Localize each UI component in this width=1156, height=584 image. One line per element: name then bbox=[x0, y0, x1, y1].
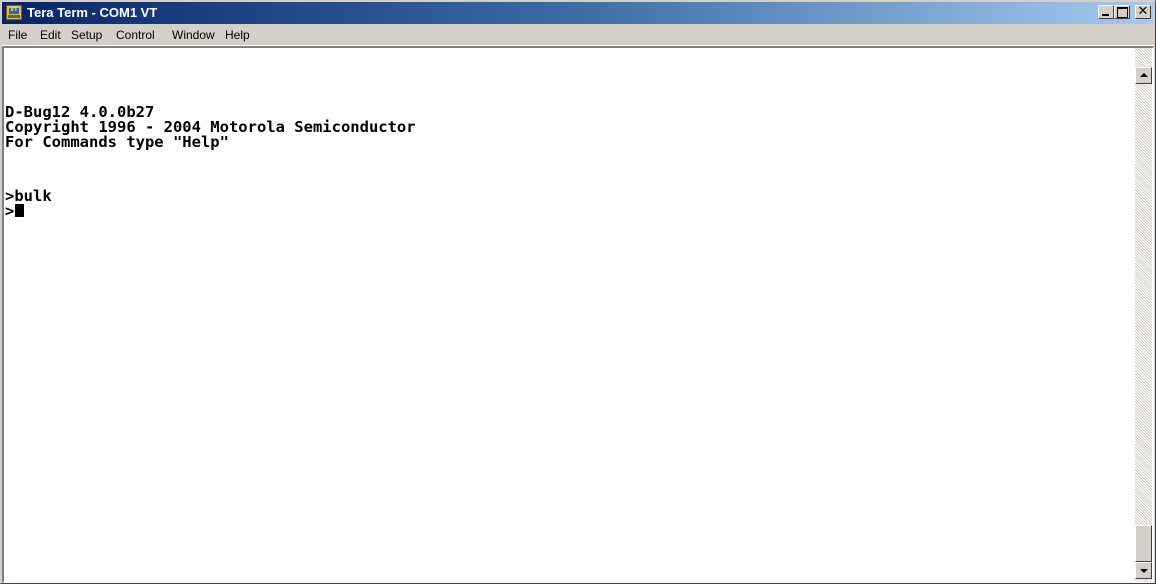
close-button[interactable]: ✕ bbox=[1135, 4, 1151, 19]
terminal-line: For Commands type "Help" bbox=[5, 133, 229, 151]
title-bar[interactable]: VT Tera Term - COM1 VT ✕ bbox=[2, 2, 1154, 24]
maximize-button[interactable] bbox=[1114, 5, 1130, 19]
app-icon-keyboard bbox=[8, 15, 20, 18]
app-icon-text: VT bbox=[10, 6, 18, 13]
menu-file[interactable]: File bbox=[8, 27, 27, 43]
scroll-up-button[interactable] bbox=[1135, 67, 1152, 84]
minimize-icon bbox=[1102, 14, 1109, 16]
tera-term-app-icon[interactable]: VT bbox=[6, 5, 22, 20]
app-icon-screen: VT bbox=[9, 6, 19, 14]
terminal-prompt: > bbox=[5, 202, 15, 220]
arrow-down-icon bbox=[1140, 569, 1148, 573]
menu-help[interactable]: Help bbox=[225, 27, 250, 43]
scroll-thumb[interactable] bbox=[1135, 525, 1152, 562]
window-title: Tera Term - COM1 VT bbox=[27, 5, 158, 20]
tera-term-window: VT Tera Term - COM1 VT ✕ File Edit Setup… bbox=[0, 0, 1156, 584]
terminal-screen[interactable]: D-Bug12 4.0.0b27 Copyright 1996 - 2004 M… bbox=[4, 48, 1135, 582]
terminal-frame: D-Bug12 4.0.0b27 Copyright 1996 - 2004 M… bbox=[2, 46, 1154, 583]
scroll-down-button[interactable] bbox=[1135, 562, 1152, 579]
menu-control[interactable]: Control bbox=[116, 27, 155, 43]
terminal-prompt-line: > bbox=[5, 202, 25, 220]
minimize-button[interactable] bbox=[1098, 5, 1114, 19]
maximize-icon bbox=[1117, 7, 1128, 18]
vertical-scrollbar[interactable] bbox=[1135, 48, 1152, 582]
menu-bar: File Edit Setup Control Window Help bbox=[2, 25, 1154, 46]
menu-edit[interactable]: Edit bbox=[40, 27, 61, 43]
close-icon: ✕ bbox=[1137, 4, 1149, 19]
arrow-up-icon bbox=[1140, 73, 1148, 77]
text-cursor bbox=[15, 204, 25, 217]
menu-setup[interactable]: Setup bbox=[71, 27, 102, 43]
menu-window[interactable]: Window bbox=[172, 27, 215, 43]
